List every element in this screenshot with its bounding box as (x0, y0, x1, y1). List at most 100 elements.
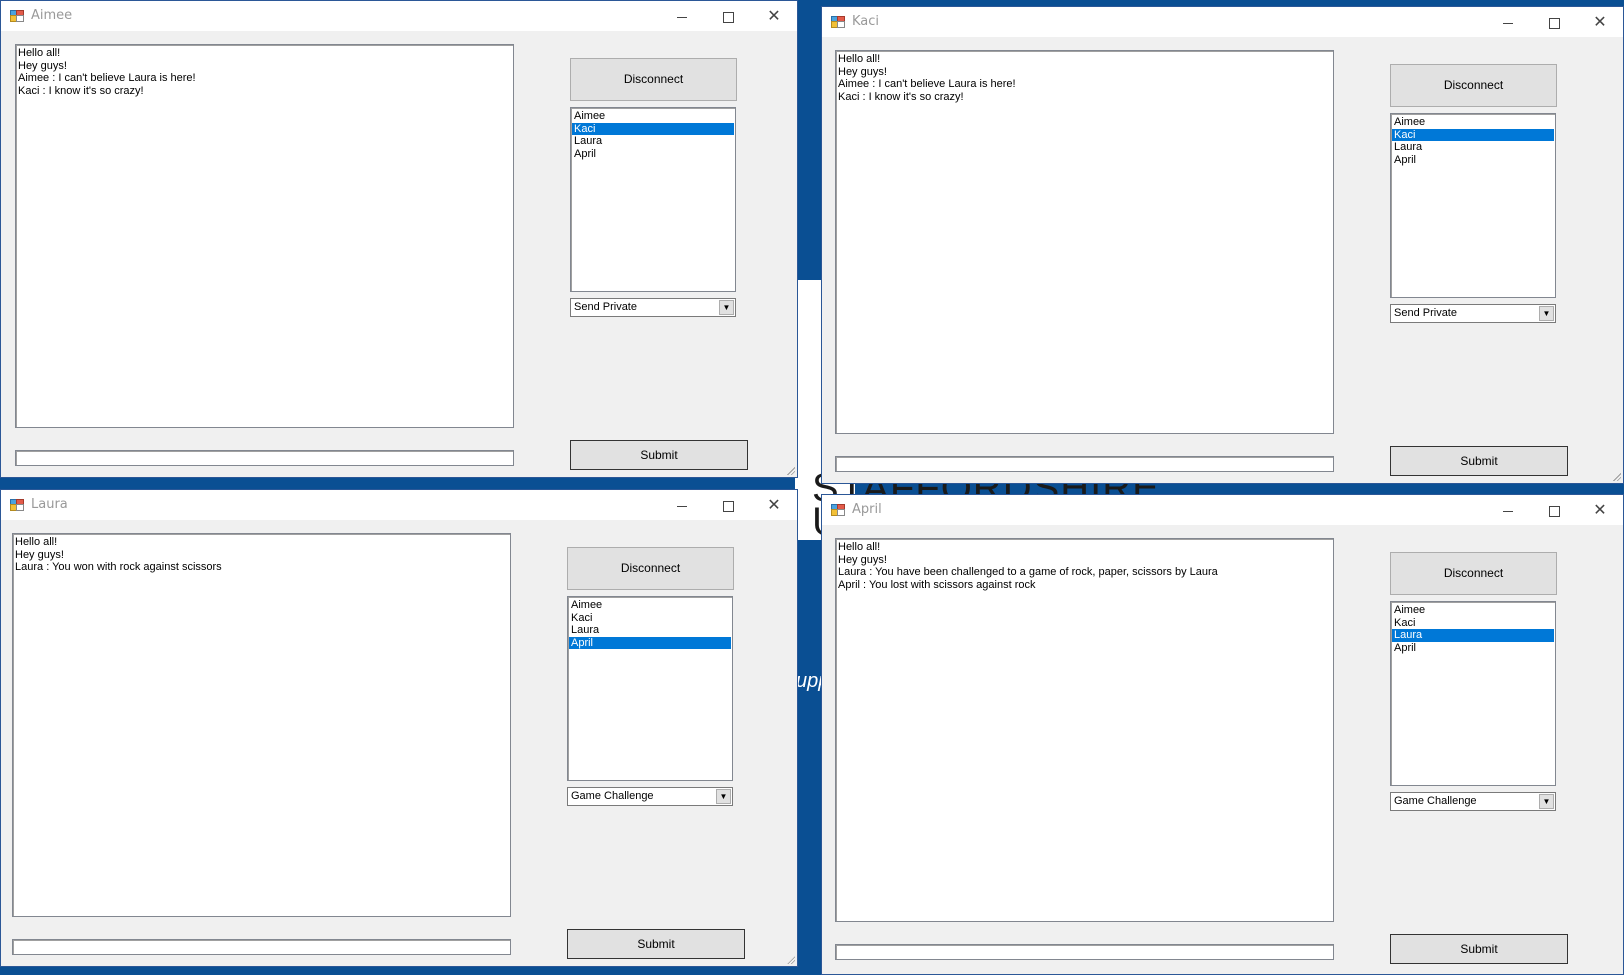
minimize-icon (677, 16, 687, 18)
maximize-button[interactable] (1531, 7, 1577, 37)
submit-button[interactable]: Submit (1390, 446, 1568, 476)
resize-grip-icon[interactable] (1611, 471, 1621, 481)
user-list[interactable]: Aimee Kaci Laura April (1390, 601, 1556, 786)
user-list-item-aimee[interactable]: Aimee (572, 110, 734, 123)
user-list-item-kaci[interactable]: Kaci (1392, 617, 1554, 630)
chat-message: Hello all! (838, 53, 881, 65)
message-input[interactable] (15, 450, 514, 466)
app-icon (10, 10, 24, 22)
chevron-down-icon[interactable]: ▼ (1539, 306, 1554, 321)
chat-message: Aimee : I can't believe Laura is here! (18, 72, 196, 85)
minimize-icon (1503, 510, 1513, 512)
window-title: Aimee (31, 8, 73, 23)
chat-log[interactable]: Hello all! Hey guys! Laura : You won wit… (12, 533, 511, 917)
close-icon: ✕ (767, 6, 781, 25)
submit-button[interactable]: Submit (570, 440, 748, 470)
user-list-item-laura[interactable]: Laura (1392, 629, 1554, 642)
user-list-item-april[interactable]: April (1392, 642, 1554, 655)
chat-message: Hey guys! (15, 548, 64, 561)
chat-window-aimee[interactable]: Aimee ✕ Hello all! Hey guys! Aimee : I c… (0, 0, 798, 478)
user-list[interactable]: Aimee Kaci Laura April (1390, 113, 1556, 298)
user-list-item-april[interactable]: April (569, 636, 731, 650)
minimize-button[interactable] (1485, 495, 1531, 525)
chevron-down-icon[interactable]: ▼ (719, 300, 734, 315)
app-icon (10, 499, 24, 511)
app-icon (831, 504, 845, 516)
title-bar[interactable]: April ✕ (822, 495, 1623, 525)
user-list[interactable]: Aimee Kaci Laura April (570, 107, 736, 292)
app-icon (831, 16, 845, 28)
minimize-button[interactable] (659, 1, 705, 31)
chat-log[interactable]: Hello all! Hey guys! Laura : You have be… (835, 538, 1334, 922)
chevron-down-icon[interactable]: ▼ (716, 789, 731, 804)
mode-dropdown-value: Game Challenge (1394, 795, 1477, 807)
disconnect-button[interactable]: Disconnect (1390, 552, 1557, 595)
close-button[interactable]: ✕ (1577, 7, 1623, 37)
chat-message: April : You lost with scissors against r… (838, 578, 1036, 591)
user-list-item-laura[interactable]: Laura (572, 135, 734, 148)
message-input[interactable] (835, 456, 1334, 472)
close-button[interactable]: ✕ (751, 1, 797, 31)
resize-grip-icon[interactable] (785, 465, 795, 475)
minimize-button[interactable] (1485, 7, 1531, 37)
maximize-icon (1548, 505, 1560, 517)
title-bar[interactable]: Kaci ✕ (822, 7, 1623, 37)
chat-message: Laura : You won with rock against scisso… (15, 561, 222, 574)
mode-dropdown[interactable]: Send Private ▼ (570, 298, 736, 317)
message-input[interactable] (835, 944, 1334, 960)
window-title: Laura (31, 497, 68, 512)
user-list-item-aimee[interactable]: Aimee (1392, 116, 1554, 129)
maximize-icon (722, 500, 734, 512)
chat-message: Kaci : I know it's so crazy! (18, 84, 144, 97)
user-list-item-april[interactable]: April (1392, 154, 1554, 167)
chevron-down-icon[interactable]: ▼ (1539, 794, 1554, 809)
window-title: Kaci (852, 14, 880, 29)
minimize-icon (1503, 22, 1513, 24)
title-bar[interactable]: Laura ✕ (1, 490, 797, 520)
close-icon: ✕ (1593, 12, 1607, 31)
chat-log[interactable]: Hello all! Hey guys! Aimee : I can't bel… (835, 50, 1334, 434)
user-list-item-laura[interactable]: Laura (569, 624, 731, 637)
user-list-item-kaci[interactable]: Kaci (569, 612, 731, 625)
submit-button[interactable]: Submit (567, 929, 745, 959)
mode-dropdown-value: Send Private (1394, 307, 1457, 319)
chat-window-april[interactable]: April ✕ Hello all! Hey guys! Laura : You… (821, 494, 1624, 975)
maximize-button[interactable] (705, 490, 751, 520)
close-button[interactable]: ✕ (1577, 495, 1623, 525)
chat-message: Aimee : I can't believe Laura is here! (838, 78, 1016, 91)
disconnect-button[interactable]: Disconnect (570, 58, 737, 101)
chat-message: Kaci : I know it's so crazy! (838, 90, 964, 103)
desktop: STAFFORDSHIRE U upp Aimee ✕ Hello all! H… (0, 0, 1624, 975)
maximize-icon (1548, 17, 1560, 29)
mode-dropdown[interactable]: Send Private ▼ (1390, 304, 1556, 323)
user-list-item-kaci[interactable]: Kaci (572, 122, 734, 136)
mode-dropdown-value: Send Private (574, 301, 637, 313)
user-list-item-april[interactable]: April (572, 148, 734, 161)
user-list-item-aimee[interactable]: Aimee (569, 599, 731, 612)
mode-dropdown[interactable]: Game Challenge ▼ (1390, 792, 1556, 811)
disconnect-button[interactable]: Disconnect (1390, 64, 1557, 107)
close-button[interactable]: ✕ (751, 490, 797, 520)
user-list-item-kaci[interactable]: Kaci (1392, 128, 1554, 142)
close-icon: ✕ (1593, 500, 1607, 519)
chat-message: Laura : You have been challenged to a ga… (838, 566, 1218, 579)
maximize-button[interactable] (705, 1, 751, 31)
title-bar[interactable]: Aimee ✕ (1, 1, 797, 31)
mode-dropdown[interactable]: Game Challenge ▼ (567, 787, 733, 806)
chat-message: Hello all! (838, 541, 881, 553)
minimize-button[interactable] (659, 490, 705, 520)
chat-window-kaci[interactable]: Kaci ✕ Hello all! Hey guys! Aimee : I ca… (821, 6, 1624, 484)
maximize-button[interactable] (1531, 495, 1577, 525)
chat-message: Hello all! (18, 47, 61, 59)
chat-window-laura[interactable]: Laura ✕ Hello all! Hey guys! Laura : You… (0, 489, 798, 967)
message-input[interactable] (12, 939, 511, 955)
resize-grip-icon[interactable] (785, 954, 795, 964)
submit-button[interactable]: Submit (1390, 934, 1568, 964)
window-title: April (852, 502, 882, 517)
chat-log[interactable]: Hello all! Hey guys! Aimee : I can't bel… (15, 44, 514, 428)
user-list-item-aimee[interactable]: Aimee (1392, 604, 1554, 617)
user-list-item-laura[interactable]: Laura (1392, 141, 1554, 154)
disconnect-button[interactable]: Disconnect (567, 547, 734, 590)
user-list[interactable]: Aimee Kaci Laura April (567, 596, 733, 781)
maximize-icon (722, 11, 734, 23)
